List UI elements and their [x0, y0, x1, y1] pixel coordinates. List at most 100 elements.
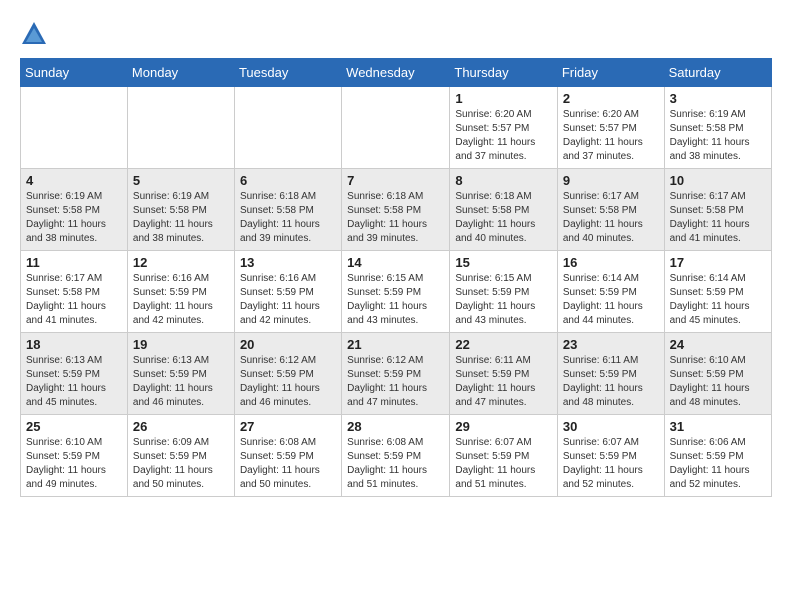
weekday-header-friday: Friday — [557, 59, 664, 87]
day-number: 12 — [133, 255, 229, 270]
weekday-header-saturday: Saturday — [664, 59, 771, 87]
day-info: Sunrise: 6:12 AM Sunset: 5:59 PM Dayligh… — [240, 354, 336, 410]
weekday-header-wednesday: Wednesday — [342, 59, 450, 87]
day-number: 18 — [26, 337, 122, 352]
calendar-cell: 5 Sunrise: 6:19 AM Sunset: 5:58 PM Daylig… — [127, 169, 234, 251]
week-row-5: 25 Sunrise: 6:10 AM Sunset: 5:59 PM Dayli… — [21, 415, 772, 497]
calendar-cell: 18 Sunrise: 6:13 AM Sunset: 5:59 PM Dayli… — [21, 333, 128, 415]
day-number: 28 — [347, 419, 444, 434]
calendar-cell: 1Sunrise: 6:20 AM Sunset: 5:57 PM Daylig… — [450, 87, 557, 169]
weekday-header-monday: Monday — [127, 59, 234, 87]
calendar-cell: 30 Sunrise: 6:07 AM Sunset: 5:59 PM Dayli… — [557, 415, 664, 497]
calendar-cell: 21 Sunrise: 6:12 AM Sunset: 5:59 PM Dayli… — [342, 333, 450, 415]
calendar-cell: 14 Sunrise: 6:15 AM Sunset: 5:59 PM Dayli… — [342, 251, 450, 333]
calendar-cell: 10Sunrise: 6:17 AM Sunset: 5:58 PM Dayli… — [664, 169, 771, 251]
calendar-cell: 25 Sunrise: 6:10 AM Sunset: 5:59 PM Dayli… — [21, 415, 128, 497]
day-number: 3 — [670, 91, 766, 106]
day-number: 2 — [563, 91, 659, 106]
day-number: 19 — [133, 337, 229, 352]
calendar-cell: 31 Sunrise: 6:06 AM Sunset: 5:59 PM Dayli… — [664, 415, 771, 497]
day-info: Sunrise: 6:07 AM Sunset: 5:59 PM Dayligh… — [563, 436, 659, 492]
day-info: Sunrise: 6:18 AM Sunset: 5:58 PM Dayligh… — [347, 190, 444, 246]
day-info: Sunrise: 6:09 AM Sunset: 5:59 PM Dayligh… — [133, 436, 229, 492]
day-number: 21 — [347, 337, 444, 352]
day-info: Sunrise: 6:17 AM Sunset: 5:58 PM Dayligh… — [26, 272, 122, 328]
calendar-cell: 24 Sunrise: 6:10 AM Sunset: 5:59 PM Dayli… — [664, 333, 771, 415]
day-number: 14 — [347, 255, 444, 270]
calendar-cell: 7 Sunrise: 6:18 AM Sunset: 5:58 PM Daylig… — [342, 169, 450, 251]
day-number: 23 — [563, 337, 659, 352]
calendar-cell: 4Sunrise: 6:19 AM Sunset: 5:58 PM Daylig… — [21, 169, 128, 251]
day-info: Sunrise: 6:15 AM Sunset: 5:59 PM Dayligh… — [455, 272, 551, 328]
day-number: 26 — [133, 419, 229, 434]
day-number: 1 — [455, 91, 551, 106]
logo-icon — [20, 20, 48, 48]
week-row-3: 11 Sunrise: 6:17 AM Sunset: 5:58 PM Dayli… — [21, 251, 772, 333]
day-number: 8 — [455, 173, 551, 188]
day-number: 5 — [133, 173, 229, 188]
calendar-cell — [234, 87, 341, 169]
day-info: Sunrise: 6:11 AM Sunset: 5:59 PM Dayligh… — [563, 354, 659, 410]
day-info: Sunrise: 6:12 AM Sunset: 5:59 PM Dayligh… — [347, 354, 444, 410]
day-info: Sunrise: 6:10 AM Sunset: 5:59 PM Dayligh… — [26, 436, 122, 492]
day-number: 22 — [455, 337, 551, 352]
calendar-cell: 16 Sunrise: 6:14 AM Sunset: 5:59 PM Dayli… — [557, 251, 664, 333]
calendar-cell: 23 Sunrise: 6:11 AM Sunset: 5:59 PM Dayli… — [557, 333, 664, 415]
day-info: Sunrise: 6:18 AM Sunset: 5:58 PM Dayligh… — [455, 190, 551, 246]
day-info: Sunrise: 6:06 AM Sunset: 5:59 PM Dayligh… — [670, 436, 766, 492]
weekday-header-row: SundayMondayTuesdayWednesdayThursdayFrid… — [21, 59, 772, 87]
day-number: 7 — [347, 173, 444, 188]
calendar-cell: 15 Sunrise: 6:15 AM Sunset: 5:59 PM Dayli… — [450, 251, 557, 333]
day-number: 24 — [670, 337, 766, 352]
calendar-cell: 28 Sunrise: 6:08 AM Sunset: 5:59 PM Dayli… — [342, 415, 450, 497]
day-number: 31 — [670, 419, 766, 434]
calendar-cell: 8 Sunrise: 6:18 AM Sunset: 5:58 PM Daylig… — [450, 169, 557, 251]
day-info: Sunrise: 6:14 AM Sunset: 5:59 PM Dayligh… — [563, 272, 659, 328]
calendar-cell: 9Sunrise: 6:17 AM Sunset: 5:58 PM Daylig… — [557, 169, 664, 251]
day-info: Sunrise: 6:19 AM Sunset: 5:58 PM Dayligh… — [133, 190, 229, 246]
calendar-cell: 27 Sunrise: 6:08 AM Sunset: 5:59 PM Dayli… — [234, 415, 341, 497]
day-info: Sunrise: 6:16 AM Sunset: 5:59 PM Dayligh… — [133, 272, 229, 328]
day-number: 10 — [670, 173, 766, 188]
day-number: 29 — [455, 419, 551, 434]
day-info: Sunrise: 6:08 AM Sunset: 5:59 PM Dayligh… — [347, 436, 444, 492]
day-info: Sunrise: 6:16 AM Sunset: 5:59 PM Dayligh… — [240, 272, 336, 328]
weekday-header-tuesday: Tuesday — [234, 59, 341, 87]
day-info: Sunrise: 6:17 AM Sunset: 5:58 PM Dayligh… — [563, 190, 659, 246]
calendar-cell: 2Sunrise: 6:20 AM Sunset: 5:57 PM Daylig… — [557, 87, 664, 169]
day-number: 25 — [26, 419, 122, 434]
calendar-cell: 29Sunrise: 6:07 AM Sunset: 5:59 PM Dayli… — [450, 415, 557, 497]
day-info: Sunrise: 6:15 AM Sunset: 5:59 PM Dayligh… — [347, 272, 444, 328]
calendar-cell — [342, 87, 450, 169]
week-row-4: 18 Sunrise: 6:13 AM Sunset: 5:59 PM Dayli… — [21, 333, 772, 415]
day-number: 30 — [563, 419, 659, 434]
day-info: Sunrise: 6:19 AM Sunset: 5:58 PM Dayligh… — [670, 108, 766, 164]
calendar-cell: 17Sunrise: 6:14 AM Sunset: 5:59 PM Dayli… — [664, 251, 771, 333]
day-number: 13 — [240, 255, 336, 270]
day-info: Sunrise: 6:11 AM Sunset: 5:59 PM Dayligh… — [455, 354, 551, 410]
day-number: 6 — [240, 173, 336, 188]
day-number: 17 — [670, 255, 766, 270]
calendar-cell: 13 Sunrise: 6:16 AM Sunset: 5:59 PM Dayli… — [234, 251, 341, 333]
calendar-cell — [21, 87, 128, 169]
weekday-header-thursday: Thursday — [450, 59, 557, 87]
day-info: Sunrise: 6:10 AM Sunset: 5:59 PM Dayligh… — [670, 354, 766, 410]
day-number: 11 — [26, 255, 122, 270]
calendar-cell: 19Sunrise: 6:13 AM Sunset: 5:59 PM Dayli… — [127, 333, 234, 415]
calendar-cell: 26 Sunrise: 6:09 AM Sunset: 5:59 PM Dayli… — [127, 415, 234, 497]
day-number: 27 — [240, 419, 336, 434]
day-info: Sunrise: 6:19 AM Sunset: 5:58 PM Dayligh… — [26, 190, 122, 246]
day-info: Sunrise: 6:13 AM Sunset: 5:59 PM Dayligh… — [26, 354, 122, 410]
day-number: 20 — [240, 337, 336, 352]
calendar: SundayMondayTuesdayWednesdayThursdayFrid… — [20, 58, 772, 497]
calendar-cell: 11 Sunrise: 6:17 AM Sunset: 5:58 PM Dayli… — [21, 251, 128, 333]
calendar-cell: 3 Sunrise: 6:19 AM Sunset: 5:58 PM Daylig… — [664, 87, 771, 169]
day-number: 15 — [455, 255, 551, 270]
week-row-1: 1Sunrise: 6:20 AM Sunset: 5:57 PM Daylig… — [21, 87, 772, 169]
calendar-cell: 12 Sunrise: 6:16 AM Sunset: 5:59 PM Dayli… — [127, 251, 234, 333]
weekday-header-sunday: Sunday — [21, 59, 128, 87]
day-info: Sunrise: 6:08 AM Sunset: 5:59 PM Dayligh… — [240, 436, 336, 492]
calendar-cell: 6 Sunrise: 6:18 AM Sunset: 5:58 PM Daylig… — [234, 169, 341, 251]
day-number: 16 — [563, 255, 659, 270]
day-info: Sunrise: 6:18 AM Sunset: 5:58 PM Dayligh… — [240, 190, 336, 246]
